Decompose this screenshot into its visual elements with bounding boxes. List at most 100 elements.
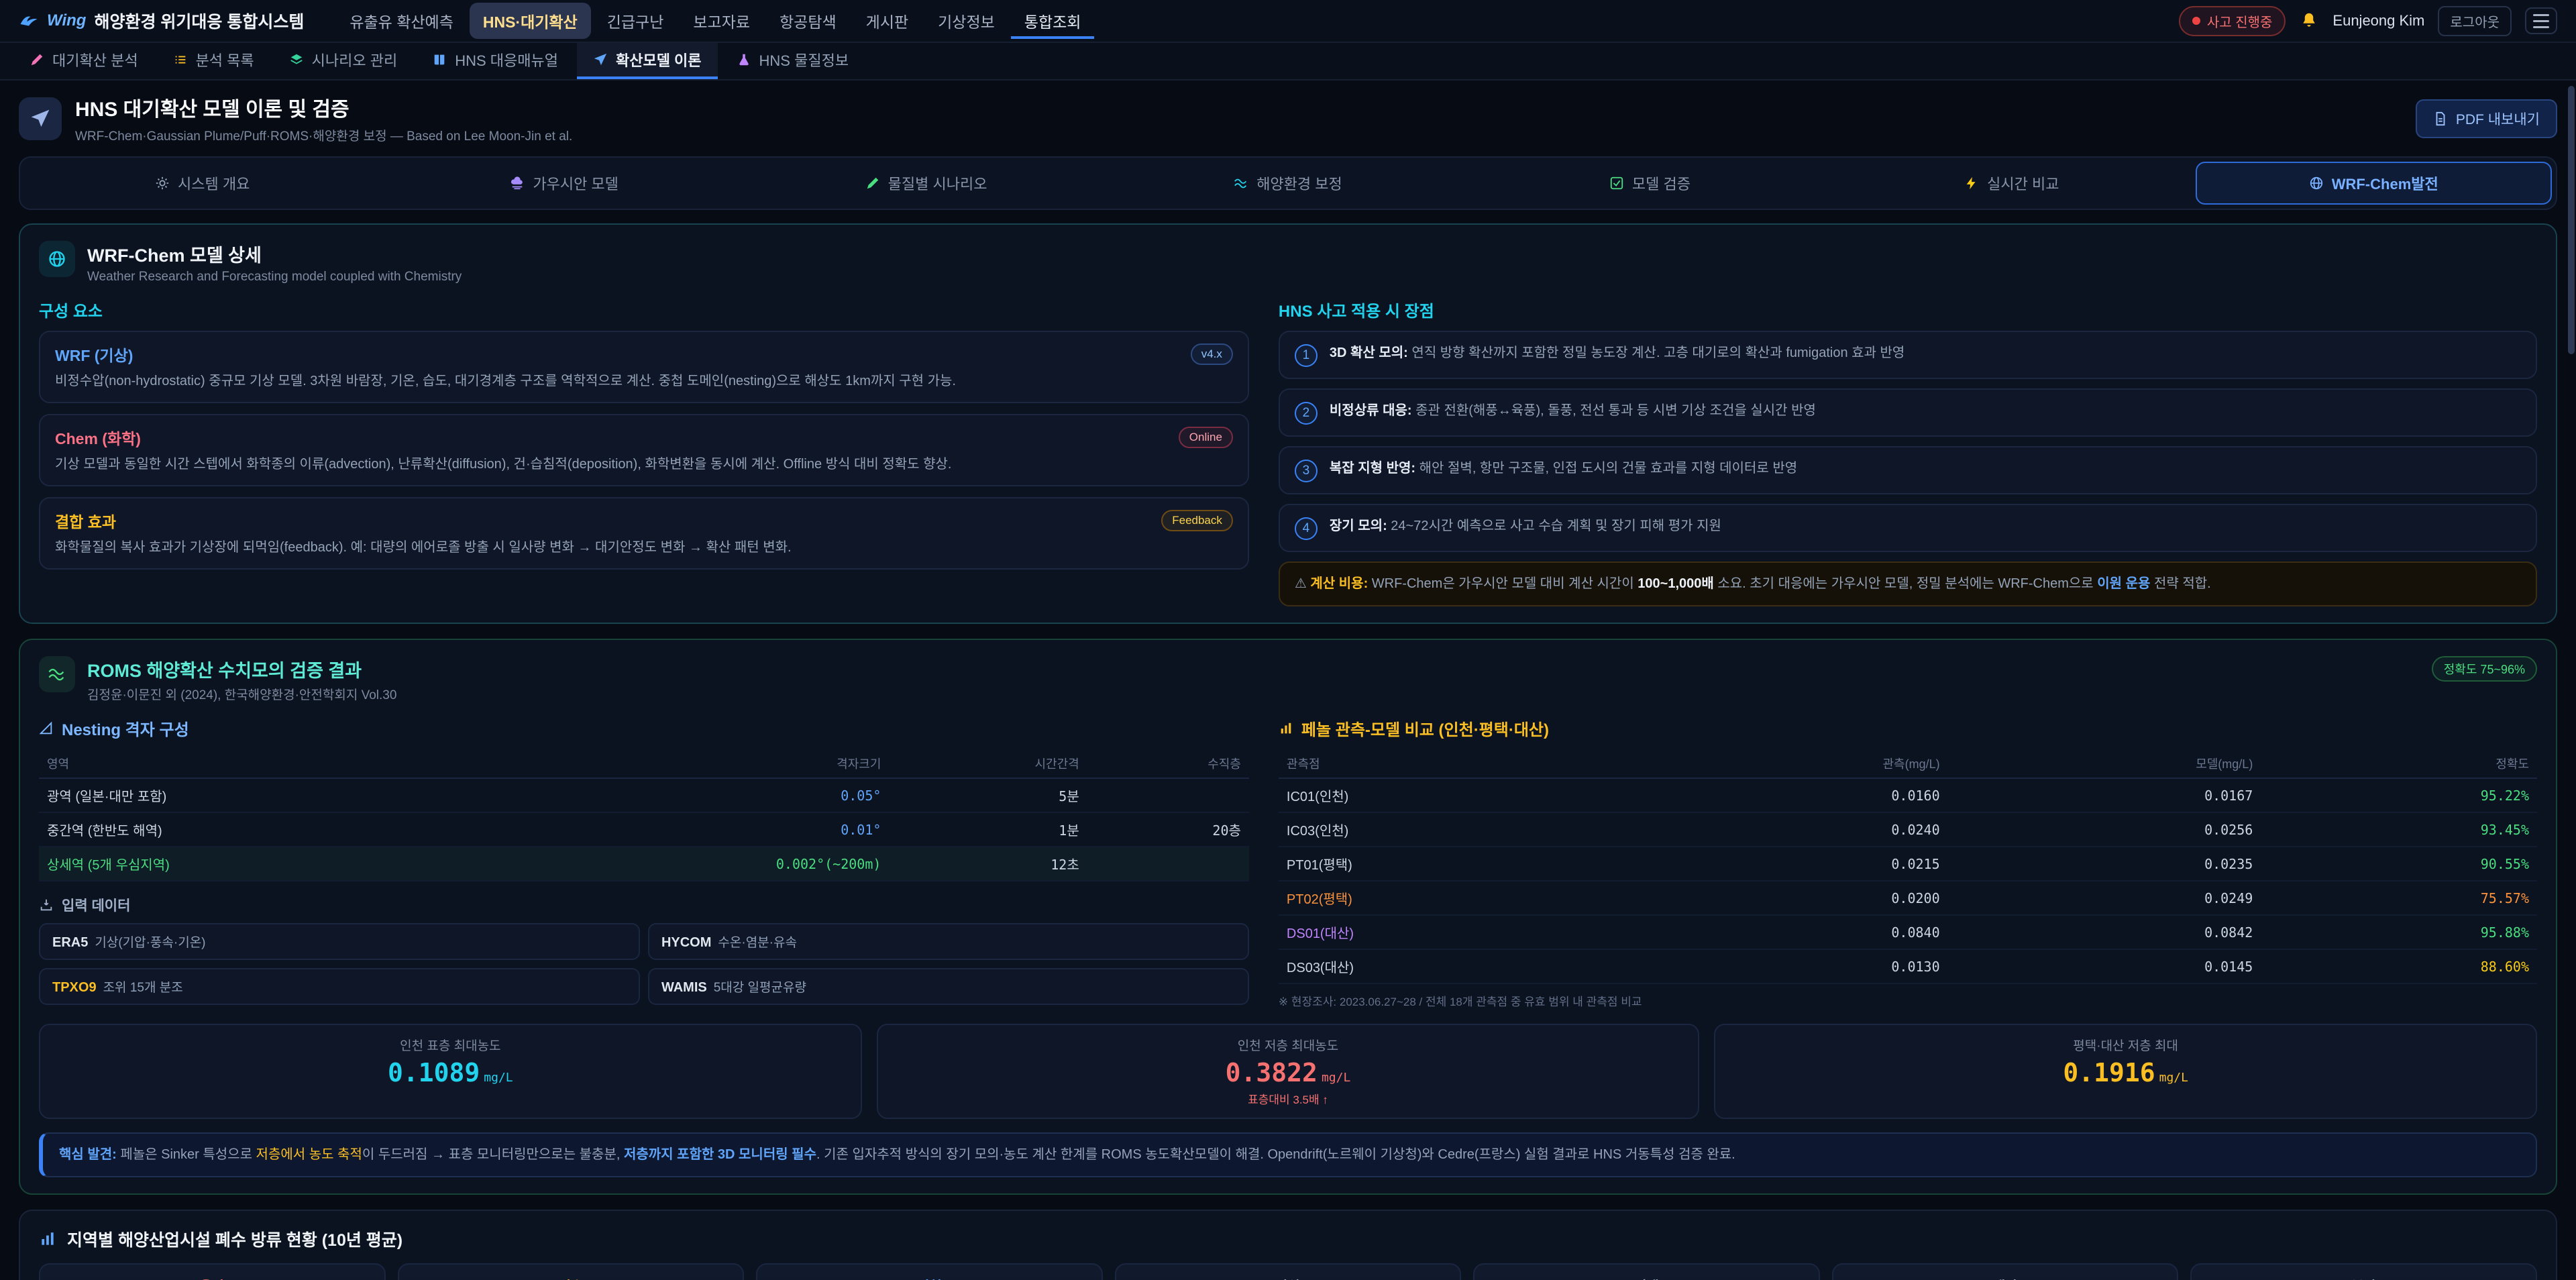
component-desc: 비정수압(non-hydrostatic) 중규모 기상 모델. 3차원 바람장…: [55, 371, 1233, 391]
app-root: Wing 해양환경 위기대응 통합시스템 유출유 확산예측 HNS·대기확산 긴…: [0, 0, 2576, 1280]
top-menu-rescue[interactable]: 긴급구난: [594, 3, 678, 39]
ruler-icon: [39, 721, 54, 736]
layers-icon: [289, 52, 304, 67]
gear-icon: [155, 176, 170, 191]
input-wamis: WAMIS5대강 일평균유량: [648, 968, 1249, 1005]
survey-note: ※ 현장조사: 2023.06.27~28 / 전체 18개 관측점 중 유효 …: [1279, 992, 2537, 1009]
top-menu-oil-spill[interactable]: 유출유 확산예측: [336, 3, 467, 39]
subtab-hns-substance-info[interactable]: HNS 물질정보: [720, 43, 865, 79]
subtab-scenario-mgmt[interactable]: 시나리오 관리: [273, 43, 414, 79]
tab-gaussian-model[interactable]: 가우시안 모델: [386, 162, 742, 205]
scrollbar[interactable]: [2568, 0, 2575, 1280]
region-yeosu: 여수 124,890 m³/일 382t/년: [398, 1263, 745, 1280]
inputs-heading: 입력 데이터: [62, 895, 130, 915]
list-icon: [173, 52, 188, 67]
computation-cost-note: ⚠ 계산 비용: WRF-Chem은 가우시안 모델 대비 계산 시간이 100…: [1279, 562, 2537, 606]
phenol-compare-table: 관측점 관측(mg/L) 모델(mg/L) 정확도 IC01(인천) 0.016…: [1279, 749, 2537, 984]
sub-navbar: 대기확산 분석 분석 목록 시나리오 관리 HNS 대응매뉴얼 확산모델 이론 …: [0, 43, 2576, 81]
table-row: 광역 (일본·대만 포함) 0.05° 5분: [39, 778, 1249, 812]
top-right-area: 사고 진행중 Eunjeong Kim 로그아웃: [2179, 6, 2557, 36]
top-menu: 유출유 확산예측 HNS·대기확산 긴급구난 보고자료 항공탐색 게시판 기상정…: [336, 3, 2160, 39]
tab-substance-scenarios[interactable]: 물질별 시나리오: [748, 162, 1104, 205]
tab-model-validation[interactable]: 모델 검증: [1472, 162, 1828, 205]
region-ulsan: 울산 414,620 m³/일 1,037t/년: [39, 1263, 386, 1280]
region-gwangyang: 광양 86,395 m³/일 791t/년: [1115, 1263, 1462, 1280]
table-row: 중간역 (한반도 해역) 0.01° 1분 20층: [39, 812, 1249, 847]
components-heading: 구성 요소: [39, 298, 1249, 321]
component-name: WRF (기상): [55, 343, 133, 366]
component-chem: Chem (화학) Online 기상 모델과 동일한 시간 스텝에서 화학종의…: [39, 414, 1249, 486]
hamburger-menu-icon[interactable]: [2525, 7, 2557, 34]
metric-incheon-surface: 인천 표층 최대농도 0.1089mg/L: [39, 1024, 862, 1119]
bar-chart-icon: [39, 1230, 56, 1248]
tab-system-overview[interactable]: 시스템 개요: [24, 162, 380, 205]
tab-marine-correction[interactable]: 해양환경 보정: [1110, 162, 1466, 205]
number-badge: 4: [1295, 517, 1318, 540]
top-menu-weather[interactable]: 기상정보: [924, 3, 1008, 39]
status-dot-icon: [2192, 17, 2200, 25]
concentration-metrics: 인천 표층 최대농도 0.1089mg/L 인천 저층 최대농도 0.3822m…: [39, 1024, 2537, 1119]
number-badge: 3: [1295, 460, 1318, 482]
version-badge: v4.x: [1191, 343, 1233, 365]
input-hycom: HYCOM수온·염분·유속: [648, 923, 1249, 960]
plane-icon: [593, 52, 608, 67]
incident-status-badge[interactable]: 사고 진행중: [2179, 6, 2286, 36]
tab-realtime-compare[interactable]: 실시간 비교: [1833, 162, 2190, 205]
book-icon: [432, 52, 447, 67]
page-subtitle: WRF-Chem·Gaussian Plume/Puff·ROMS·해양환경 보…: [75, 126, 572, 144]
top-menu-aerial-search[interactable]: 항공탐색: [766, 3, 850, 39]
table-row: DS01(대산) 0.0840 0.0842 95.88%: [1279, 915, 2537, 949]
table-row: IC01(인천) 0.0160 0.0167 95.22%: [1279, 778, 2537, 812]
phenol-compare-column: 페놀 관측-모델 비교 (인천·평택·대산) 관측점 관측(mg/L) 모델(m…: [1279, 716, 2537, 1009]
input-era5: ERA5기상(기압·풍속·기온): [39, 923, 640, 960]
region-stats: 울산 414,620 m³/일 1,037t/년 여수 124,890 m³/일…: [39, 1263, 2537, 1280]
download-icon: [39, 898, 54, 912]
advantage-item: 3 복잡 지형 반영: 해안 절벽, 항만 구조물, 인접 도시의 건물 효과를…: [1279, 446, 2537, 494]
tab-wrf-chem[interactable]: WRF-Chem발전: [2196, 162, 2552, 205]
region-incheon: 인천 91,658 m³/일 1,373t/년: [756, 1263, 1103, 1280]
input-data-grid: ERA5기상(기압·풍속·기온) HYCOM수온·염분·유속 TPXO9조위 1…: [39, 923, 1249, 1005]
online-badge: Online: [1179, 427, 1233, 448]
top-menu-board[interactable]: 게시판: [853, 3, 922, 39]
table-row: PT02(평택) 0.0200 0.0249 75.57%: [1279, 881, 2537, 915]
input-tpxo9: TPXO9조위 15개 분조: [39, 968, 640, 1005]
bell-icon[interactable]: [2299, 11, 2319, 31]
component-name: 결합 효과: [55, 509, 116, 532]
wrf-card-subtitle: Weather Research and Forecasting model c…: [87, 270, 462, 284]
fog-icon: [510, 176, 525, 191]
nesting-column: Nesting 격자 구성 영역 격자크기 시간간격 수직층 광역 (일본·대만: [39, 716, 1249, 1009]
key-finding-note: 핵심 발견: 페놀은 Sinker 특성으로 저층에서 농도 축적이 두드러짐 …: [39, 1132, 2537, 1177]
subtab-hns-manual[interactable]: HNS 대응매뉴얼: [416, 43, 574, 79]
wrf-chem-card: WRF-Chem 모델 상세 Weather Research and Fore…: [19, 223, 2557, 624]
logout-button[interactable]: 로그아웃: [2438, 6, 2512, 36]
section-tabs: 시스템 개요 가우시안 모델 물질별 시나리오 해양환경 보정 모델 검증 실시…: [19, 156, 2557, 210]
top-menu-hns-atmos[interactable]: HNS·대기확산: [470, 3, 591, 39]
user-name: Eunjeong Kim: [2332, 12, 2424, 30]
subtab-atmos-analysis[interactable]: 대기확산 분석: [13, 43, 154, 79]
region-daesan: 대산 65,101 m³/일 346t/년: [1832, 1263, 2179, 1280]
brand-word: Wing: [47, 11, 86, 30]
page-title: HNS 대기확산 모델 이론 및 검증: [75, 93, 572, 122]
pen-icon: [30, 52, 44, 67]
nesting-heading: Nesting 격자 구성: [62, 716, 189, 740]
subtab-analysis-list[interactable]: 분석 목록: [157, 43, 270, 79]
wing-logo-icon: [19, 11, 39, 31]
region-pyeongtaek: 평택 85,475 m³/일 741t/년: [1473, 1263, 1820, 1280]
globe-icon: [2309, 176, 2324, 191]
brand: Wing 해양환경 위기대응 통합시스템: [19, 9, 304, 33]
pencil-icon: [865, 176, 880, 191]
advantage-item: 4 장기 모의: 24~72시간 예측으로 사고 수습 계획 및 장기 피해 평…: [1279, 504, 2537, 552]
top-navbar: Wing 해양환경 위기대응 통합시스템 유출유 확산예측 HNS·대기확산 긴…: [0, 0, 2576, 43]
pdf-export-button[interactable]: PDF 내보내기: [2416, 99, 2557, 138]
advantage-item: 1 3D 확산 모의: 연직 방향 확산까지 포함한 정밀 농도장 계산. 고층…: [1279, 331, 2537, 379]
top-menu-reports[interactable]: 보고자료: [680, 3, 763, 39]
nesting-table: 영역 격자크기 시간간격 수직층 광역 (일본·대만 포함) 0.05° 5분: [39, 749, 1249, 882]
flask-icon: [737, 52, 751, 67]
subtab-model-theory[interactable]: 확산모델 이론: [577, 43, 718, 79]
scrollbar-thumb[interactable]: [2568, 86, 2575, 354]
wrf-advantages-column: HNS 사고 적용 시 장점 1 3D 확산 모의: 연직 방향 확산까지 포함…: [1279, 298, 2537, 606]
discharge-card: 지역별 해양산업시설 폐수 방류 현황 (10년 평균) 울산 414,620 …: [19, 1210, 2557, 1280]
page-header-icon: [19, 97, 62, 140]
table-row: IC03(인천) 0.0240 0.0256 93.45%: [1279, 812, 2537, 847]
top-menu-integrated-search[interactable]: 통합조회: [1011, 3, 1095, 39]
